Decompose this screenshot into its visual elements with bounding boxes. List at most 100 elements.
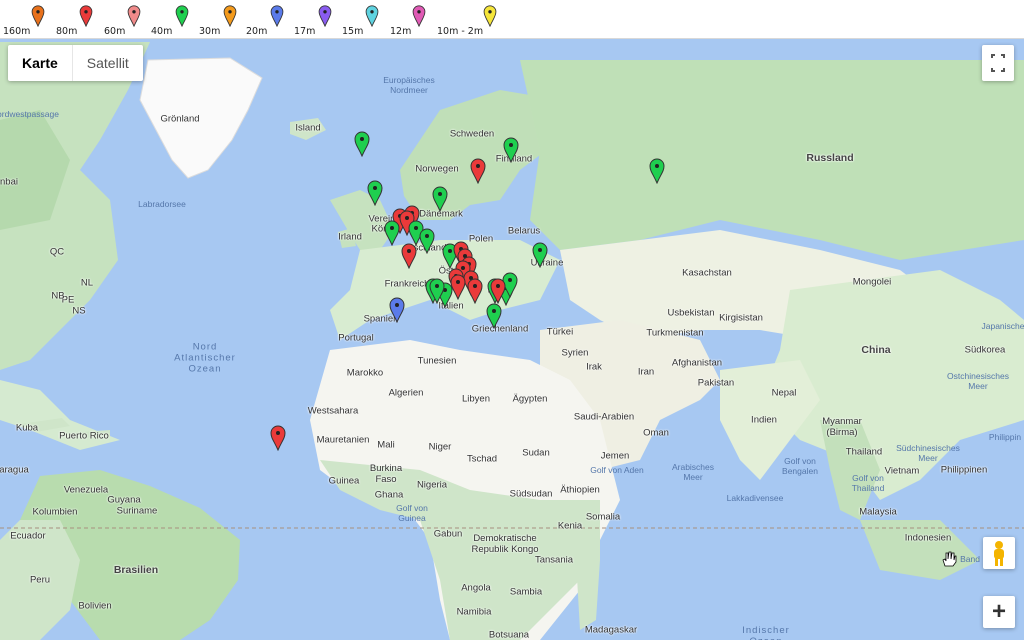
pegman-icon [994, 541, 1004, 566]
map-marker[interactable] [486, 303, 502, 329]
map-marker[interactable] [401, 243, 417, 269]
label-golf-bengalen: Golf von Bengalen [782, 456, 818, 476]
label-suedchin: Südchinesisches Meer [896, 443, 960, 463]
legend-label: 60m [104, 26, 126, 37]
map-pin-icon [483, 5, 497, 27]
legend-label: 10m - 2m [437, 26, 484, 37]
label-jemen: Jemen [600, 450, 630, 462]
map-marker[interactable] [467, 278, 483, 304]
label-suriname: Suriname [116, 505, 158, 517]
label-philippinen-sea: Philippin [988, 432, 1022, 442]
label-kuba: Kuba [15, 422, 39, 434]
map-type-satellit-button[interactable]: Satellit [71, 45, 143, 81]
label-indonesien: Indonesien [904, 532, 952, 544]
label-puerto-rico: Puerto Rico [59, 430, 109, 442]
label-namibia: Namibia [456, 606, 492, 618]
label-guyana: Guyana [107, 494, 141, 506]
label-norwegen: Norwegen [415, 163, 459, 175]
label-marokko: Marokko [346, 367, 384, 379]
label-golf-aden: Golf von Aden [590, 465, 644, 475]
legend-label: 12m [390, 26, 412, 37]
label-nbai: nbai [0, 176, 18, 188]
map-pin-icon [223, 5, 237, 27]
map-marker[interactable] [649, 158, 665, 184]
map-pin-icon [365, 5, 379, 27]
label-oman: Oman [643, 427, 669, 439]
label-mauretanien: Mauretanien [316, 434, 370, 446]
label-kirgisistan: Kirgisistan [719, 312, 763, 324]
map-pin-icon [31, 5, 45, 27]
legend-label: 40m [151, 26, 173, 37]
label-kasachstan: Kasachstan [682, 267, 732, 279]
label-aragua: aragua [0, 464, 29, 476]
map-marker[interactable] [419, 228, 435, 254]
map-marker[interactable] [384, 220, 400, 246]
legend-label: 20m [246, 26, 268, 37]
street-view-pegman-button[interactable] [983, 537, 1015, 569]
hand-cursor-icon [942, 551, 957, 567]
map-marker[interactable] [470, 158, 486, 184]
map-marker[interactable] [432, 186, 448, 212]
label-pakistan: Pakistan [697, 377, 735, 389]
map-marker[interactable] [490, 278, 506, 304]
label-mali: Mali [377, 439, 395, 451]
fullscreen-icon [991, 54, 1005, 72]
zoom-in-button[interactable]: + [983, 596, 1015, 628]
label-angola: Angola [461, 582, 491, 594]
label-philippinen: Philippinen [940, 464, 988, 476]
legend-label: 17m [294, 26, 316, 37]
label-gabun: Gabun [433, 528, 463, 540]
label-banda: Band [960, 554, 980, 564]
band-legend: 160m 80m 60m 40m 30m 20m 17m 15m 12m 10m… [0, 0, 1024, 39]
label-nordwestpassage: ordwestpassage [0, 109, 59, 119]
label-belarus: Belarus [507, 225, 541, 237]
map-marker[interactable] [429, 278, 445, 304]
label-nord-atlantik: Nord Atlantischer Ozean [174, 341, 236, 375]
label-ghana: Ghana [374, 489, 404, 501]
label-aegypten: Ägypten [512, 393, 548, 405]
map-pin-icon [270, 5, 284, 27]
label-tschad: Tschad [466, 453, 498, 465]
legend-label: 30m [199, 26, 221, 37]
label-thailand: Thailand [845, 446, 883, 458]
label-frankreich: Frankreich [384, 278, 430, 290]
label-nl: NL [80, 277, 94, 289]
label-qc: QC [49, 246, 65, 258]
world-map[interactable]: Grönland Island ordwestpassage Labradors… [0, 38, 1024, 640]
map-marker[interactable] [354, 131, 370, 157]
label-indischer-ozean: Indischer Ozean [742, 625, 790, 640]
label-iran: Iran [637, 366, 655, 378]
label-madagaskar: Madagaskar [584, 624, 638, 636]
label-groenland: Grönland [160, 113, 200, 125]
map-marker[interactable] [532, 242, 548, 268]
label-niger: Niger [428, 441, 452, 453]
label-indien: Indien [751, 414, 777, 426]
label-dr-kongo: Demokratische Republik Kongo [471, 533, 539, 555]
label-irland: Irland [338, 231, 362, 243]
label-botsuana: Botsuana [488, 629, 530, 640]
label-island: Island [295, 122, 321, 134]
map-type-karte-button[interactable]: Karte [8, 45, 72, 81]
legend-label: 160m [3, 26, 31, 37]
label-portugal: Portugal [338, 332, 374, 344]
label-irak: Irak [586, 361, 602, 373]
label-ostchin: Ostchinesisches Meer [947, 371, 1009, 391]
label-polen: Polen [468, 233, 494, 245]
map-type-control: Karte Satellit [8, 45, 143, 81]
label-nb: NB [51, 290, 65, 302]
label-lakkadiven: Lakkadivensee [726, 493, 784, 503]
map-marker[interactable] [270, 425, 286, 451]
label-guinea: Guinea [328, 475, 360, 487]
legend-label: 15m [342, 26, 364, 37]
label-tansania: Tansania [534, 554, 574, 566]
label-golf-thailand: Golf von Thailand [851, 473, 885, 493]
map-marker[interactable] [389, 297, 405, 323]
fullscreen-button[interactable] [982, 45, 1014, 81]
map-pin-icon [175, 5, 189, 27]
label-libyen: Libyen [462, 393, 490, 405]
map-marker[interactable] [503, 137, 519, 163]
map-marker[interactable] [367, 180, 383, 206]
label-suedkorea: Südkorea [964, 344, 1006, 356]
label-nigeria: Nigeria [416, 479, 448, 491]
label-venezuela: Venezuela [63, 484, 109, 496]
